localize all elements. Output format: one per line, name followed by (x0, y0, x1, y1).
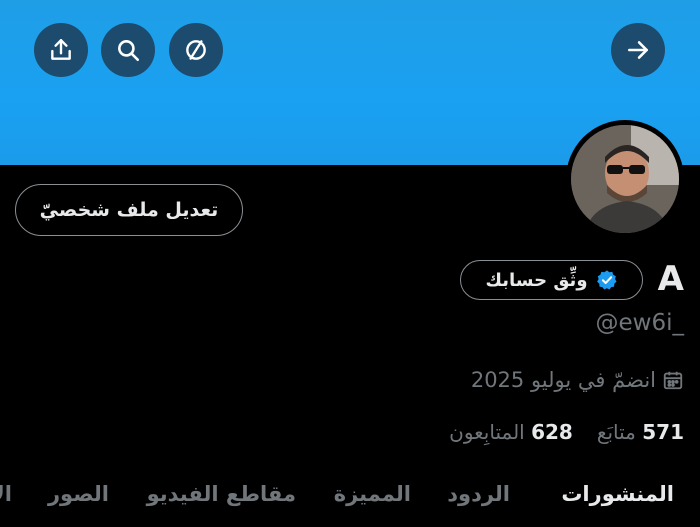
tab-highlights[interactable]: المميزة (334, 482, 411, 506)
back-button[interactable] (611, 23, 665, 77)
share-icon (51, 39, 71, 60)
verify-account-button[interactable]: وثِّق حسابك (460, 260, 643, 300)
followers-label: المتابِعون (449, 420, 525, 444)
profile-stats: 571 متابَع 628 المتابِعون (449, 420, 684, 444)
mute-icon (186, 40, 206, 60)
joined-date: انضمّ في يوليو 2025 (471, 368, 684, 392)
followers-stat[interactable]: 628 المتابِعون (449, 420, 573, 444)
following-stat[interactable]: 571 متابَع (597, 420, 684, 444)
avatar-photo (571, 125, 679, 233)
tab-replies[interactable]: الردود (447, 482, 510, 506)
verified-badge-icon (596, 270, 617, 290)
following-label: متابَع (596, 420, 636, 444)
profile-name: A (657, 259, 684, 299)
tab-posts[interactable]: المنشورات (561, 482, 674, 506)
profile-handle: @ew6i_ (595, 310, 685, 336)
tab-photos[interactable]: الصور (48, 482, 109, 506)
tab-likes[interactable]: الإعجابات (0, 482, 12, 506)
following-count: 571 (642, 420, 684, 444)
edit-profile-button[interactable]: تعديل ملف شخصيّ (15, 184, 243, 236)
followers-count: 628 (531, 420, 573, 444)
search-icon (118, 40, 140, 62)
arrow-right-icon (628, 41, 648, 59)
mute-button[interactable] (169, 23, 223, 77)
avatar[interactable] (566, 120, 684, 238)
share-button[interactable] (34, 23, 88, 77)
profile-tabs: المنشورات الردود المميزة مقاطع الفيديو ا… (0, 480, 700, 527)
verify-label: وثِّق حسابك (485, 269, 588, 291)
tab-videos[interactable]: مقاطع الفيديو (147, 482, 296, 506)
search-button[interactable] (101, 23, 155, 77)
calendar-icon (663, 371, 683, 390)
joined-text: انضمّ في يوليو 2025 (470, 368, 656, 392)
